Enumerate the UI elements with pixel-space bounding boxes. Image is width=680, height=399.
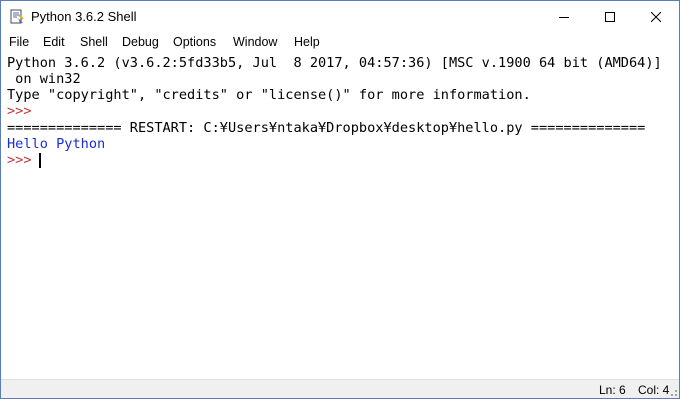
menu-window[interactable]: Window [233,34,277,51]
status-bar: Ln: 6 Col: 4 [1,379,679,398]
status-column-number: Col: 4 [638,383,670,397]
idle-app-icon[interactable] [9,9,25,25]
shell-text-area[interactable]: Python 3.6.2 (v3.6.2:5fd33b5, Jul 8 2017… [1,53,679,379]
text-cursor [39,153,41,168]
title-bar[interactable]: Python 3.6.2 Shell [1,1,679,32]
window-title: Python 3.6.2 Shell [31,9,137,24]
menu-bar: File Edit Shell Debug Options Window Hel… [1,32,679,53]
menu-help[interactable]: Help [294,34,320,51]
shell-output-line: Python 3.6.2 (v3.6.2:5fd33b5, Jul 8 2017… [7,55,662,71]
minimize-button[interactable] [541,1,587,32]
menu-edit[interactable]: Edit [43,34,65,51]
shell-restart-line: ============== RESTART: C:¥Users¥ntaka¥D… [7,120,646,136]
shell-prompt-active: >>> [7,152,40,168]
shell-output-line: Type "copyright", "credits" or "license(… [7,87,531,103]
shell-stdout-line: Hello Python [7,136,106,152]
menu-debug[interactable]: Debug [122,34,159,51]
maximize-button[interactable] [587,1,633,32]
close-button[interactable] [633,1,679,32]
minimize-icon [559,16,569,18]
idle-shell-window: Python 3.6.2 Shell File Edit Shell Debug… [0,0,680,399]
close-icon [651,11,661,22]
menu-shell[interactable]: Shell [80,34,108,51]
menu-options[interactable]: Options [173,34,216,51]
menu-file[interactable]: File [9,34,29,51]
maximize-icon [605,11,615,22]
shell-prompt: >>> [7,103,40,119]
resize-grip-icon[interactable] [667,387,677,397]
status-line-number: Ln: 6 [599,383,626,397]
shell-output-line: on win32 [7,71,81,87]
